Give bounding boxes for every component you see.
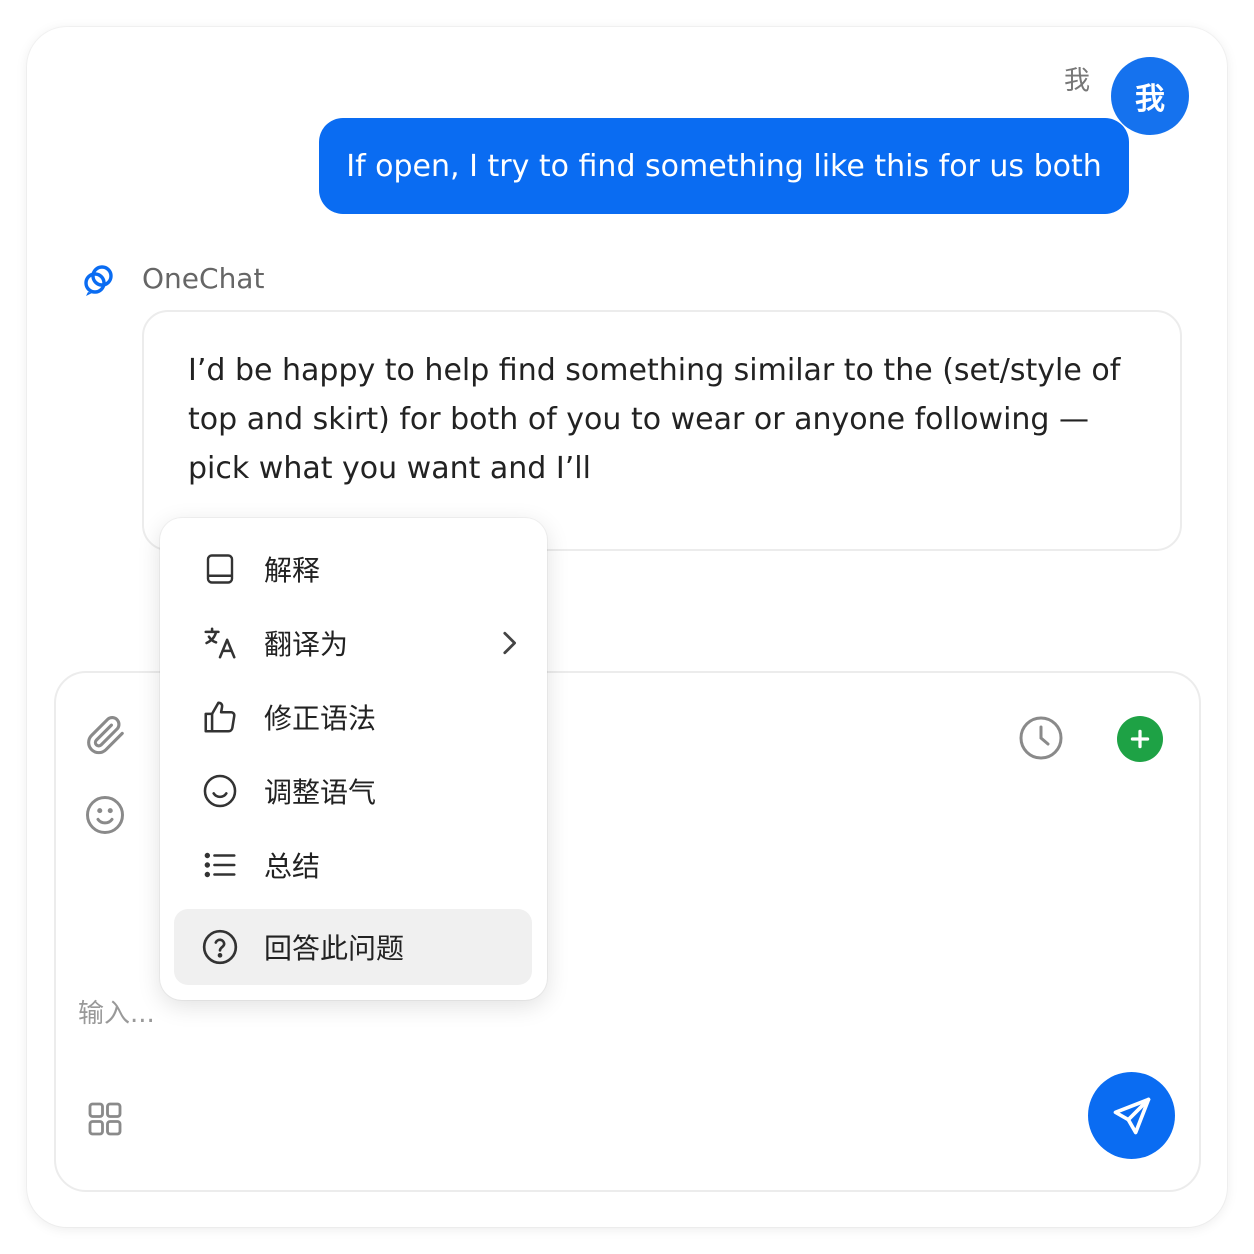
menu-item-fix-grammar[interactable]: 修正语法 (174, 680, 532, 754)
bot-message-bubble[interactable]: I’d be happy to help find something simi… (142, 310, 1182, 551)
send-icon[interactable] (1088, 1072, 1175, 1159)
menu-item-label: 调整语气 (264, 776, 377, 809)
thumbs-up-icon (200, 697, 240, 737)
smile-icon (200, 771, 240, 811)
clock-icon[interactable] (1016, 713, 1066, 763)
grid-icon[interactable] (82, 1096, 128, 1142)
menu-item-explain[interactable]: 解释 (174, 532, 532, 606)
menu-item-summarize[interactable]: 总结 (174, 828, 532, 902)
menu-item-translate[interactable]: 翻译为 (174, 606, 532, 680)
menu-item-label: 翻译为 (264, 628, 349, 661)
menu-item-label: 总结 (264, 850, 321, 883)
user-name: 我 (1063, 66, 1090, 96)
onechat-logo-icon (84, 265, 113, 296)
menu-item-answer-question[interactable]: 回答此问题 (174, 909, 532, 985)
book-icon (200, 549, 240, 589)
question-circle-icon (200, 927, 240, 967)
message-input[interactable]: 输入... (78, 993, 155, 1030)
paperclip-icon[interactable] (82, 712, 128, 758)
emoji-icon[interactable] (82, 792, 128, 838)
menu-item-label: 解释 (264, 554, 321, 587)
menu-item-label: 回答此问题 (264, 932, 405, 965)
user-message-bubble: If open, I try to find something like th… (319, 118, 1129, 214)
plus-icon[interactable] (1117, 716, 1163, 762)
menu-item-label: 修正语法 (264, 702, 377, 735)
chevron-right-icon (503, 631, 516, 655)
user-avatar[interactable]: 我 (1111, 57, 1189, 135)
list-icon (200, 845, 240, 885)
menu-item-adjust-tone[interactable]: 调整语气 (174, 754, 532, 828)
translate-icon (200, 623, 240, 663)
context-menu: 解释 翻译为 修正语法 调整语气 总结 回答此问题 (160, 518, 547, 1000)
bot-name: OneChat (142, 262, 265, 295)
